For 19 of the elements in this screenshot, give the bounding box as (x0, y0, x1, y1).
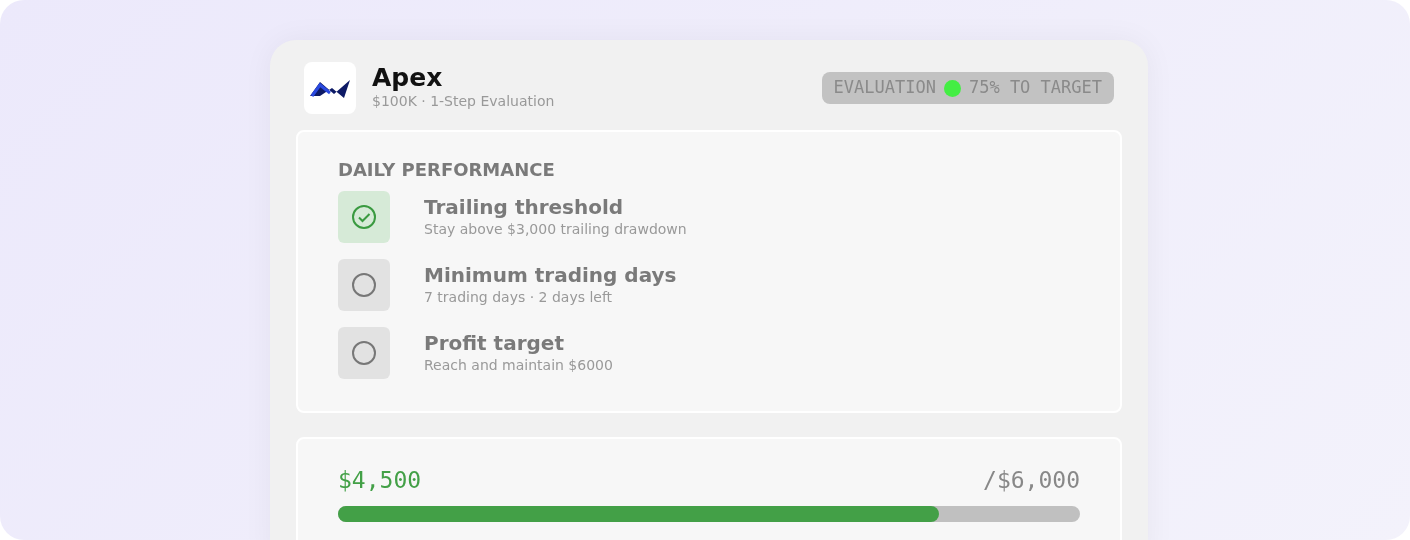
rule-title: Trailing threshold (424, 194, 625, 219)
rule-detail: Stay above $3,000 trailing drawdown (424, 219, 687, 239)
rule-title: Minimum trading days (424, 262, 677, 287)
status-badge: EVALUATION 75% TO TARGET (821, 72, 1114, 104)
brand-title: Apex (372, 63, 444, 92)
rule-detail: Reach and maintain $6000 (424, 355, 613, 375)
checkbox[interactable] (338, 191, 390, 243)
circle-icon (351, 340, 377, 366)
profit-target: /$6,000 (983, 466, 1080, 495)
rule-detail: 7 trading days · 2 days left (424, 287, 614, 307)
checkbox[interactable] (338, 327, 390, 379)
circle-icon (351, 272, 377, 298)
checkbox[interactable] (338, 259, 390, 311)
check-circle-icon (351, 204, 377, 230)
section-title: DAILY PERFORMANCE (337, 158, 556, 182)
rule-title: Profit target (424, 330, 565, 355)
current-profit: $4,500 (338, 466, 422, 495)
logo-icon (304, 62, 356, 114)
account-subtitle: $100K · 1-Step Evaluation (372, 92, 555, 112)
